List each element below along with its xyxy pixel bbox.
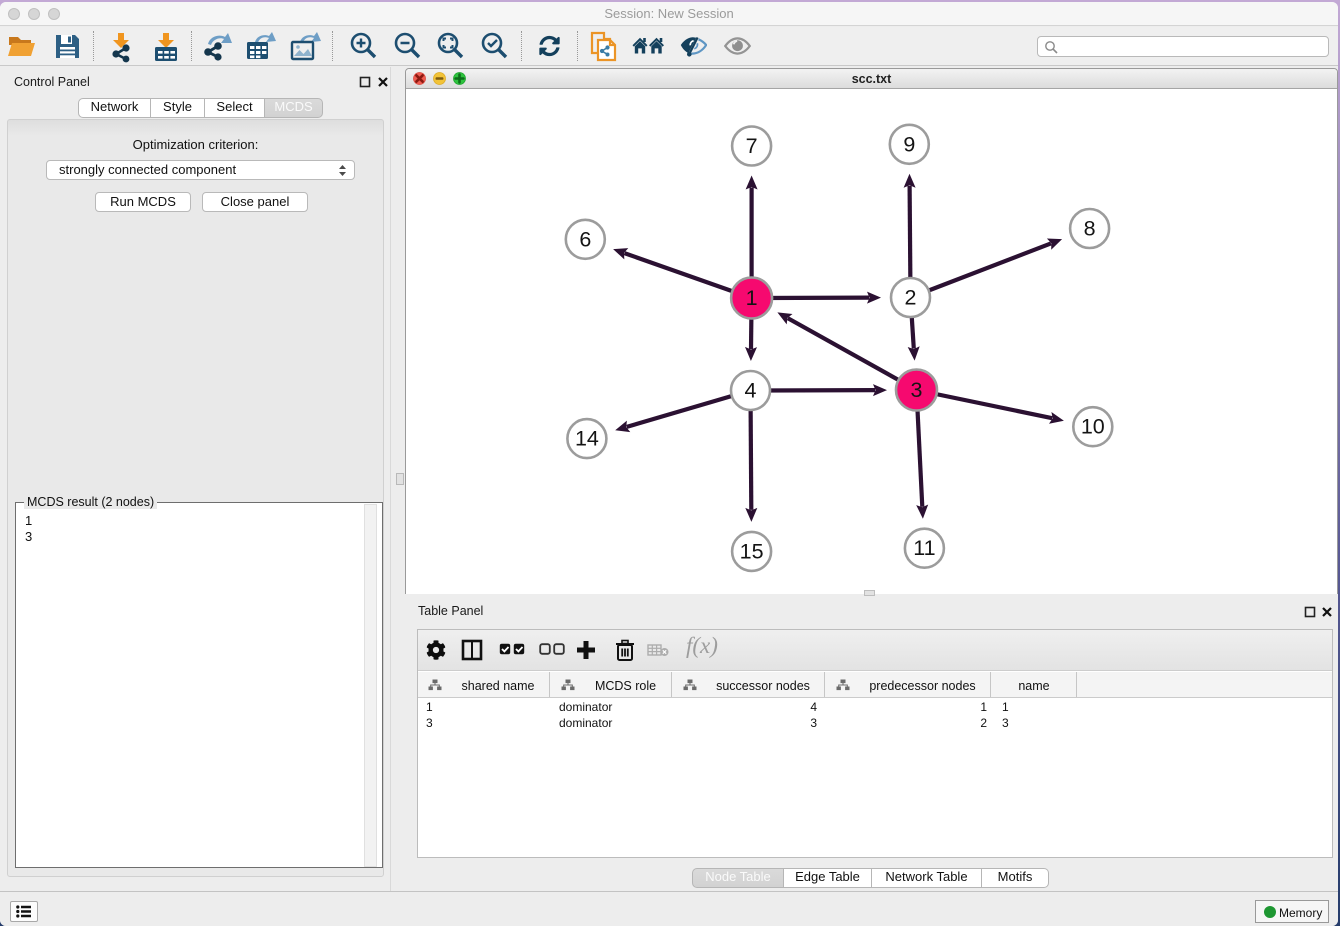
svg-text:2: 2 (905, 286, 917, 310)
svg-text:14: 14 (575, 427, 599, 451)
svg-text:11: 11 (913, 536, 935, 560)
svg-text:15: 15 (740, 539, 764, 563)
svg-text:4: 4 (745, 379, 757, 403)
svg-text:3: 3 (911, 378, 923, 402)
svg-text:9: 9 (903, 132, 915, 156)
svg-text:6: 6 (579, 227, 591, 251)
svg-text:1: 1 (746, 286, 758, 310)
svg-text:7: 7 (746, 134, 758, 158)
svg-text:10: 10 (1081, 415, 1105, 439)
svg-text:8: 8 (1084, 217, 1096, 241)
